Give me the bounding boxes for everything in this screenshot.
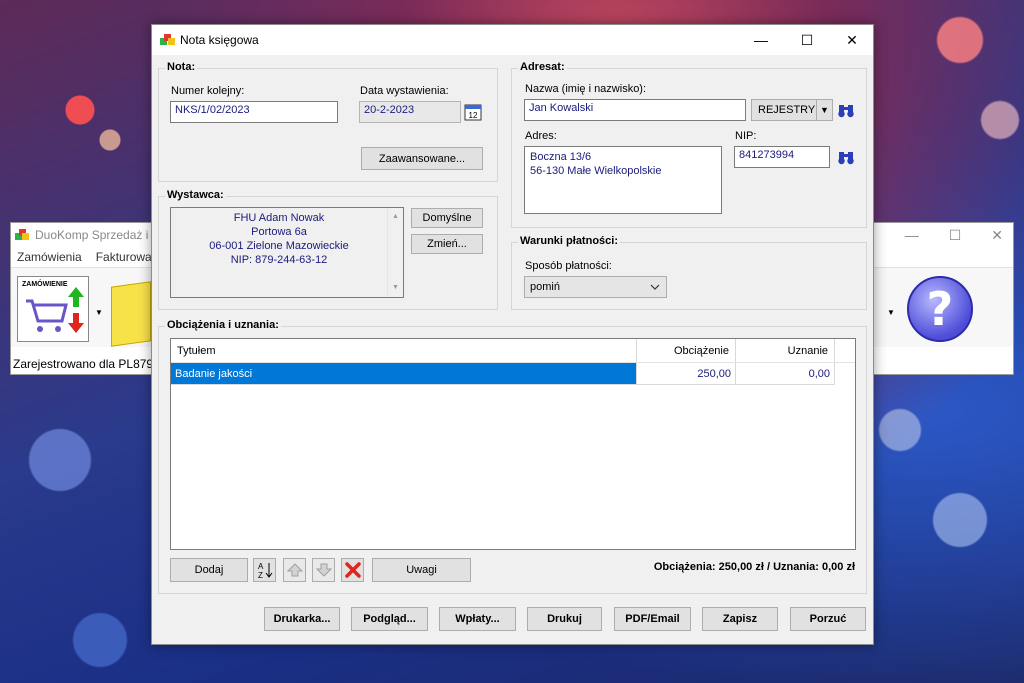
save-button[interactable]: Zapisz (702, 607, 778, 631)
issuer-scrollbar[interactable]: ▲ ▼ (387, 208, 403, 297)
delete-icon (344, 562, 361, 578)
background-window-controls: — ☐ ✕ (905, 227, 1003, 244)
nota-group-title: Nota: (165, 61, 198, 73)
minimize-icon[interactable]: — (905, 227, 919, 244)
background-app-title: DuoKomp Sprzedaż i M (35, 228, 162, 242)
column-header-charge[interactable]: Obciążenie (637, 339, 736, 362)
arrow-up-icon (286, 563, 303, 577)
change-issuer-button[interactable]: Zmień... (411, 234, 483, 254)
print-button[interactable]: Drukuj (527, 607, 602, 631)
payments-button[interactable]: Wpłaty... (439, 607, 516, 631)
folder-icon[interactable] (111, 281, 151, 347)
order-tool-label: ZAMÓWIENIE (22, 281, 68, 288)
payment-method-value: pomiń (530, 281, 560, 293)
number-label: Numer kolejny: (171, 85, 245, 97)
issuer-line: Portowa 6a (251, 226, 307, 238)
printer-button[interactable]: Drukarka... (264, 607, 340, 631)
address-label: Adres: (525, 130, 557, 142)
arrow-down-icon (315, 563, 332, 577)
close-icon[interactable]: ✕ (991, 227, 1003, 244)
menu-item-orders[interactable]: Zamówienia (17, 250, 82, 264)
preview-button[interactable]: Podgląd... (351, 607, 428, 631)
cell-title[interactable]: Badanie jakości (171, 363, 637, 385)
maximize-button[interactable]: ☐ (784, 25, 830, 55)
move-down-button[interactable] (312, 558, 335, 582)
nip-label: NIP: (735, 130, 757, 142)
delete-row-button[interactable] (341, 558, 364, 582)
address-line: Boczna 13/6 (530, 151, 592, 163)
issuer-line: 06-001 Zielone Mazowieckie (209, 240, 349, 252)
cell-charge[interactable]: 250,00 (637, 363, 736, 385)
payment-group-title: Warunki płatności: (518, 235, 620, 247)
table-row[interactable]: Badanie jakości 250,00 0,00 (171, 363, 855, 385)
column-header-credit[interactable]: Uznanie (736, 339, 835, 362)
notes-button[interactable]: Uwagi (372, 558, 471, 582)
issuer-group-title: Wystawca: (165, 189, 226, 201)
issuer-line: FHU Adam Nowak (233, 212, 325, 224)
payment-method-label: Sposób płatności: (525, 260, 612, 272)
chevron-down-icon[interactable]: ▼ (887, 308, 895, 317)
registry-dropdown-button[interactable]: REJESTRY ▼ (751, 99, 833, 121)
table-header: Tytułem Obciążenie Uznanie (171, 339, 855, 363)
binoculars-icon (838, 152, 854, 165)
svg-text:Z: Z (258, 571, 263, 579)
chevron-down-icon (650, 284, 660, 290)
minimize-button[interactable]: — (738, 25, 784, 55)
app-logo-icon (160, 34, 176, 46)
search-name-button[interactable] (836, 100, 856, 120)
scroll-up-icon[interactable]: ▲ (388, 210, 403, 224)
nip-input[interactable]: 841273994 (734, 146, 830, 168)
issuer-box[interactable]: FHU Adam Nowak Portowa 6a 06-001 Zielone… (170, 207, 404, 298)
default-issuer-button[interactable]: Domyślne (411, 208, 483, 228)
dialog-titlebar: Nota księgowa — ☐ ✕ (152, 25, 873, 55)
number-input[interactable]: NKS/1/02/2023 (170, 101, 338, 123)
close-button[interactable]: ✕ (829, 25, 875, 55)
sort-button[interactable]: A Z (253, 558, 276, 582)
issuer-line: NIP: 879-244-63-12 (230, 254, 328, 266)
calendar-icon: 12 (464, 104, 482, 121)
scroll-down-icon[interactable]: ▼ (388, 281, 403, 295)
recipient-group-title: Adresat: (518, 61, 567, 73)
chevron-down-icon[interactable]: ▼ (95, 308, 103, 317)
cell-credit[interactable]: 0,00 (736, 363, 835, 385)
binoculars-icon (838, 105, 854, 118)
advanced-button[interactable]: Zaawansowane... (361, 147, 483, 170)
dialog-title: Nota księgowa (180, 33, 259, 47)
search-nip-button[interactable] (836, 147, 856, 167)
sort-az-icon: A Z (258, 562, 272, 579)
svg-text:12: 12 (469, 111, 478, 120)
address-textarea[interactable]: Boczna 13/6 56-130 Małe Wielkopolskie (524, 146, 722, 214)
app-logo-icon (15, 229, 29, 241)
name-input[interactable]: Jan Kowalski (524, 99, 746, 121)
cancel-button[interactable]: Porzuć (790, 607, 866, 631)
order-tool-button[interactable]: ZAMÓWIENIE (17, 276, 89, 342)
nota-dialog: Nota księgowa — ☐ ✕ Nota: Numer kolejny:… (151, 24, 874, 645)
charges-summary: Obciążenia: 250,00 zł / Uznania: 0,00 zł (653, 561, 855, 573)
address-line: 56-130 Małe Wielkopolskie (530, 165, 662, 177)
registration-status: Zarejestrowano dla PL8792 (13, 357, 160, 371)
menu-item-invoicing[interactable]: Fakturowa (96, 250, 152, 264)
maximize-icon[interactable]: ☐ (949, 227, 962, 244)
calendar-button[interactable]: 12 (463, 102, 483, 122)
date-input[interactable]: 20-2-2023 (359, 101, 461, 123)
name-label: Nazwa (imię i nazwisko): (525, 83, 647, 95)
help-icon[interactable]: ? (907, 276, 973, 342)
charges-table[interactable]: Tytułem Obciążenie Uznanie Badanie jakoś… (170, 338, 856, 550)
charges-group-title: Obciążenia i uznania: (165, 319, 281, 331)
svg-text:A: A (258, 562, 264, 571)
payment-method-select[interactable]: pomiń (524, 276, 667, 298)
date-label: Data wystawienia: (360, 85, 449, 97)
add-row-button[interactable]: Dodaj (170, 558, 248, 582)
registry-label: REJESTRY (758, 104, 816, 116)
move-up-button[interactable] (283, 558, 306, 582)
column-header-title[interactable]: Tytułem (171, 339, 637, 362)
pdf-email-button[interactable]: PDF/Email (614, 607, 691, 631)
chevron-down-icon[interactable]: ▼ (816, 100, 832, 120)
